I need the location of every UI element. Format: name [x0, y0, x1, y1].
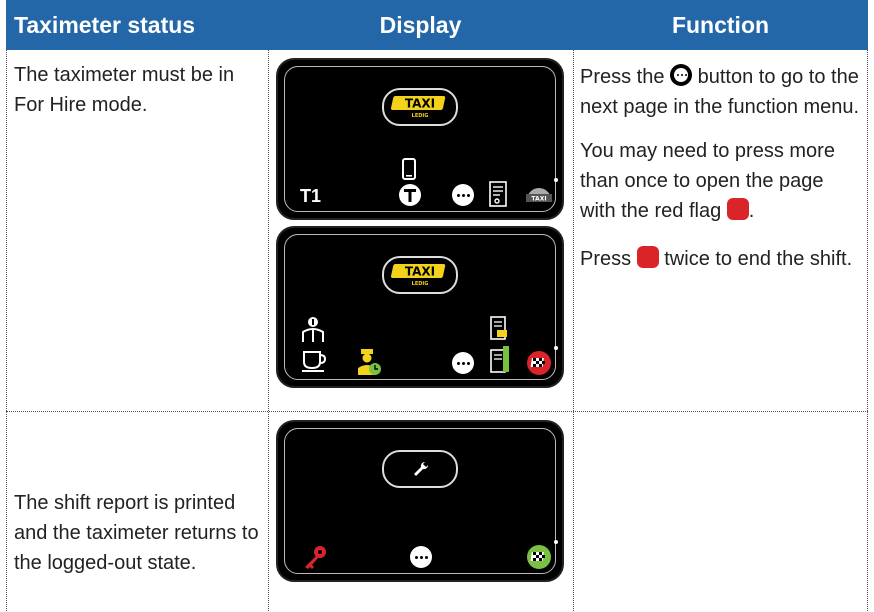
receipt-icon[interactable]: [489, 181, 507, 207]
header-function: Function: [573, 0, 868, 50]
end-shift-red-flag-icon[interactable]: [526, 350, 552, 376]
login-key-icon[interactable]: [302, 544, 328, 570]
indicator-dot: [554, 540, 558, 544]
shift-report-icon[interactable]: [488, 316, 510, 376]
tariff-t1-label[interactable]: T1: [300, 186, 321, 207]
header-taximeter-status: Taximeter status: [6, 0, 268, 50]
row1-status-text: The taximeter must be in For Hire mode.: [14, 64, 235, 116]
mobile-phone-icon: [402, 158, 416, 180]
taxi-badge-icon: TAXI LEDIG: [391, 96, 446, 119]
indicator-dot: [554, 346, 558, 350]
column-divider-2: [573, 50, 574, 611]
table-border-left: [6, 50, 7, 611]
status-pill: [382, 450, 458, 488]
status-pill: TAXI LEDIG: [382, 256, 458, 294]
row-divider: [6, 411, 868, 412]
meter-display-for-hire: TAXI LEDIG T1 TAXI: [276, 58, 564, 220]
function-table: Taximeter status Display Function The ta…: [6, 0, 868, 611]
more-options-icon[interactable]: [410, 546, 432, 568]
start-shift-green-flag-icon[interactable]: [526, 544, 552, 570]
driver-time-icon[interactable]: [356, 348, 382, 376]
meter-display-shift-menu: TAXI LEDIG: [276, 226, 564, 388]
red-flag-inline-icon: [726, 198, 749, 220]
taxi-t-button-icon[interactable]: [398, 183, 422, 207]
indicator-dot: [554, 178, 558, 182]
status-pill: TAXI LEDIG: [382, 88, 458, 126]
wrench-icon: [414, 461, 429, 476]
table-border-right: [867, 50, 868, 611]
row2-status-text: The shift report is printed and the taxi…: [14, 492, 259, 574]
taxi-badge-icon: TAXI LEDIG: [391, 264, 446, 287]
more-options-inline-icon: [670, 64, 693, 86]
red-flag-inline-icon: [636, 246, 659, 268]
svg-text:TAXI: TAXI: [531, 196, 546, 203]
column-divider-1: [268, 50, 269, 611]
header-display: Display: [268, 0, 573, 50]
more-options-icon[interactable]: [452, 184, 474, 206]
row1-function-text: Press the button to go to the next page …: [580, 64, 860, 270]
svg-text:LEDIG: LEDIG: [412, 113, 429, 119]
svg-text:TAXI: TAXI: [405, 265, 435, 279]
driver-break-icon[interactable]: [298, 316, 328, 374]
meter-display-logged-out: [276, 420, 564, 582]
svg-text:LEDIG: LEDIG: [412, 281, 429, 287]
taxi-roof-sign-icon[interactable]: TAXI: [524, 182, 554, 208]
more-options-icon[interactable]: [452, 352, 474, 374]
svg-text:TAXI: TAXI: [405, 97, 435, 111]
